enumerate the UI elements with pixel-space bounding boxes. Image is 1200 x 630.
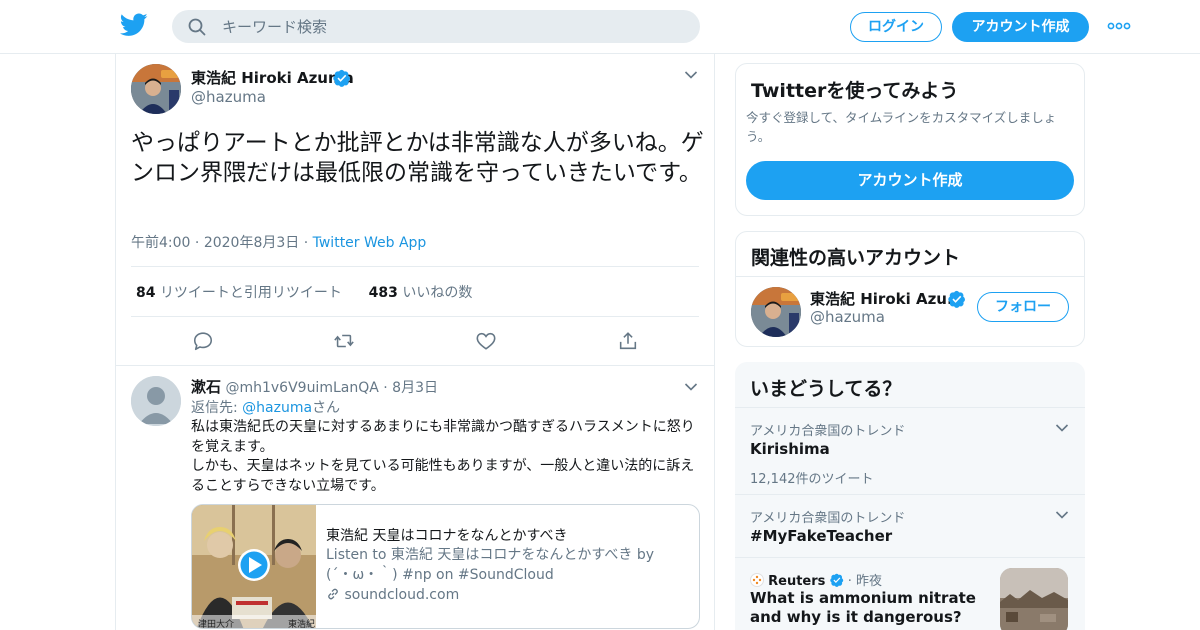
trends-title: いまどうしてる？ bbox=[750, 378, 902, 400]
signup-prompt-box: Twitterを使ってみよう 今すぐ登録して、タイムラインをカスタマイズしましょ… bbox=[735, 63, 1085, 216]
author-name[interactable]: 東浩紀 Hiroki Azuma bbox=[191, 67, 354, 88]
like-count: 483 bbox=[368, 285, 398, 301]
reply-date[interactable]: 8月3日 bbox=[392, 380, 438, 396]
related-account-name[interactable]: 東浩紀 Hiroki Azu... bbox=[810, 288, 964, 309]
news-source-line: Reuters · 昨夜 bbox=[750, 570, 882, 589]
divider bbox=[735, 557, 1085, 558]
link-card[interactable]: 津田大介 東浩紀 東浩紀 天皇はコロナをなんとかすべき Listen to 東浩… bbox=[191, 504, 700, 629]
divider bbox=[131, 266, 699, 267]
related-accounts-box: 関連性の高いアカウント 東浩紀 Hiroki Azu... @hazuma フォ… bbox=[735, 231, 1085, 347]
like-stat[interactable]: 483 いいねの数 bbox=[369, 285, 473, 301]
divider bbox=[131, 316, 699, 317]
reply-author-name[interactable]: 漱石 bbox=[191, 378, 221, 396]
related-account-avatar[interactable] bbox=[751, 287, 801, 337]
reply-to-label: 返信先: bbox=[191, 400, 238, 416]
tweet-source-link[interactable]: Twitter Web App bbox=[313, 235, 427, 251]
reply-author-avatar[interactable] bbox=[131, 376, 181, 426]
tweet-text: やっぱりアートとか批評とかは非常識な人が多いね。ゲンロン界隈だけは最低限の常識を… bbox=[131, 130, 704, 186]
meta-separator: · bbox=[194, 235, 204, 251]
trend-context: アメリカ合衆国のトレンド bbox=[750, 424, 906, 439]
related-account-handle[interactable]: @hazuma bbox=[810, 308, 885, 326]
reply-text: 私は東浩紀氏の天皇に対するあまりにも非常識かつ酷すぎるハラスメントに怒りを覚えま… bbox=[191, 418, 701, 496]
tweet-time[interactable]: 午前4:00 bbox=[131, 235, 190, 251]
more-options-icon[interactable] bbox=[1107, 22, 1131, 30]
card-thumb-caption: 津田大介 bbox=[198, 620, 235, 629]
author-avatar[interactable] bbox=[131, 64, 181, 114]
search-bar[interactable] bbox=[172, 10, 700, 43]
news-time: 昨夜 bbox=[855, 574, 882, 589]
chevron-down-icon[interactable] bbox=[1055, 510, 1069, 520]
like-heart-icon[interactable] bbox=[475, 330, 497, 352]
search-icon bbox=[188, 18, 206, 36]
trend-title: #MyFakeTeacher bbox=[750, 527, 893, 545]
verified-badge-icon bbox=[948, 290, 966, 308]
reply-to-line: 返信先: @hazumaさん bbox=[191, 397, 340, 417]
signup-prompt-button[interactable]: アカウント作成 bbox=[746, 161, 1074, 200]
reply-author-handle[interactable]: @mh1v6V9uimLanQA bbox=[225, 380, 378, 396]
retweet-count: 84 bbox=[136, 285, 156, 301]
search-input[interactable] bbox=[222, 10, 682, 43]
card-domain: soundcloud.com bbox=[326, 587, 459, 603]
like-label: いいねの数 bbox=[402, 285, 473, 301]
divider bbox=[736, 276, 1084, 277]
chevron-down-icon[interactable] bbox=[684, 382, 698, 392]
twitter-logo-icon[interactable] bbox=[120, 13, 148, 37]
reply-to-handle-link[interactable]: @hazuma bbox=[242, 400, 312, 416]
meta-separator: · bbox=[303, 235, 313, 251]
card-thumbnail: 津田大介 東浩紀 bbox=[192, 505, 316, 629]
card-title: 東浩紀 天皇はコロナをなんとかすべき bbox=[326, 528, 568, 544]
reply-text-line: しかも、天皇はネットを見ている可能性もありますが、一般人と違い法的に訴えることす… bbox=[191, 458, 695, 494]
verified-badge-icon bbox=[829, 573, 843, 587]
signup-prompt-title: Twitterを使ってみよう bbox=[751, 80, 959, 102]
reply-icon[interactable] bbox=[192, 330, 214, 352]
signup-button[interactable]: アカウント作成 bbox=[952, 12, 1089, 42]
tweet-meta: 午前4:00 · 2020年8月3日 · Twitter Web App bbox=[131, 232, 426, 252]
share-icon[interactable] bbox=[617, 330, 639, 352]
retweet-stat[interactable]: 84 リツイートと引用リツイート bbox=[136, 285, 342, 301]
chevron-down-icon[interactable] bbox=[684, 70, 698, 80]
reuters-logo-icon bbox=[750, 573, 764, 587]
reply-header: 漱石 @mh1v6V9uimLanQA · 8月3日 bbox=[191, 376, 438, 397]
follow-button[interactable]: フォロー bbox=[977, 292, 1069, 322]
news-source-name[interactable]: Reuters bbox=[768, 574, 825, 589]
trend-item[interactable]: アメリカ合衆国のトレンド Kirishima 12,142件のツイート bbox=[735, 408, 1085, 494]
signup-prompt-description: 今すぐ登録して、タイムラインをカスタマイズしましょう。 bbox=[746, 110, 1057, 144]
divider bbox=[116, 365, 714, 366]
retweet-icon[interactable] bbox=[333, 330, 355, 352]
trend-count: 12,142件のツイート bbox=[750, 472, 874, 487]
reply-to-suffix: さん bbox=[312, 400, 341, 416]
card-thumb-caption: 東浩紀 bbox=[288, 620, 316, 629]
retweet-label: リツイートと引用リツイート bbox=[159, 285, 342, 301]
meta-separator: · bbox=[383, 380, 388, 396]
tweet-stats: 84 リツイートと引用リツイート 483 いいねの数 bbox=[136, 282, 472, 302]
card-description: Listen to 東浩紀 天皇はコロナをなんとかすべき by (´・ω・｀) … bbox=[326, 547, 655, 583]
reply-text-line: 私は東浩紀氏の天皇に対するあまりにも非常識かつ酷すぎるハラスメントに怒りを覚えま… bbox=[191, 419, 695, 455]
related-accounts-title: 関連性の高いアカウント bbox=[751, 247, 961, 269]
link-icon bbox=[328, 588, 338, 600]
card-domain-text: soundcloud.com bbox=[344, 587, 460, 603]
main-timeline: 東浩紀 Hiroki Azuma @hazuma やっぱりアートとか批評とかは非… bbox=[115, 54, 715, 630]
trends-box: いまどうしてる？ アメリカ合衆国のトレンド Kirishima 12,142件の… bbox=[735, 362, 1085, 630]
top-bar: ログイン アカウント作成 bbox=[0, 0, 1200, 54]
meta-separator: · bbox=[847, 574, 852, 589]
trend-title: Kirishima bbox=[750, 440, 830, 458]
verified-badge-icon bbox=[333, 69, 351, 87]
trend-context: アメリカ合衆国のトレンド bbox=[750, 511, 906, 526]
news-title[interactable]: What is ammonium nitrate and why is it d… bbox=[750, 589, 995, 627]
login-button[interactable]: ログイン bbox=[850, 12, 942, 42]
author-handle[interactable]: @hazuma bbox=[191, 88, 266, 106]
tweet-date[interactable]: 2020年8月3日 bbox=[204, 235, 299, 251]
chevron-down-icon[interactable] bbox=[1055, 423, 1069, 433]
news-thumbnail[interactable] bbox=[1000, 568, 1068, 630]
